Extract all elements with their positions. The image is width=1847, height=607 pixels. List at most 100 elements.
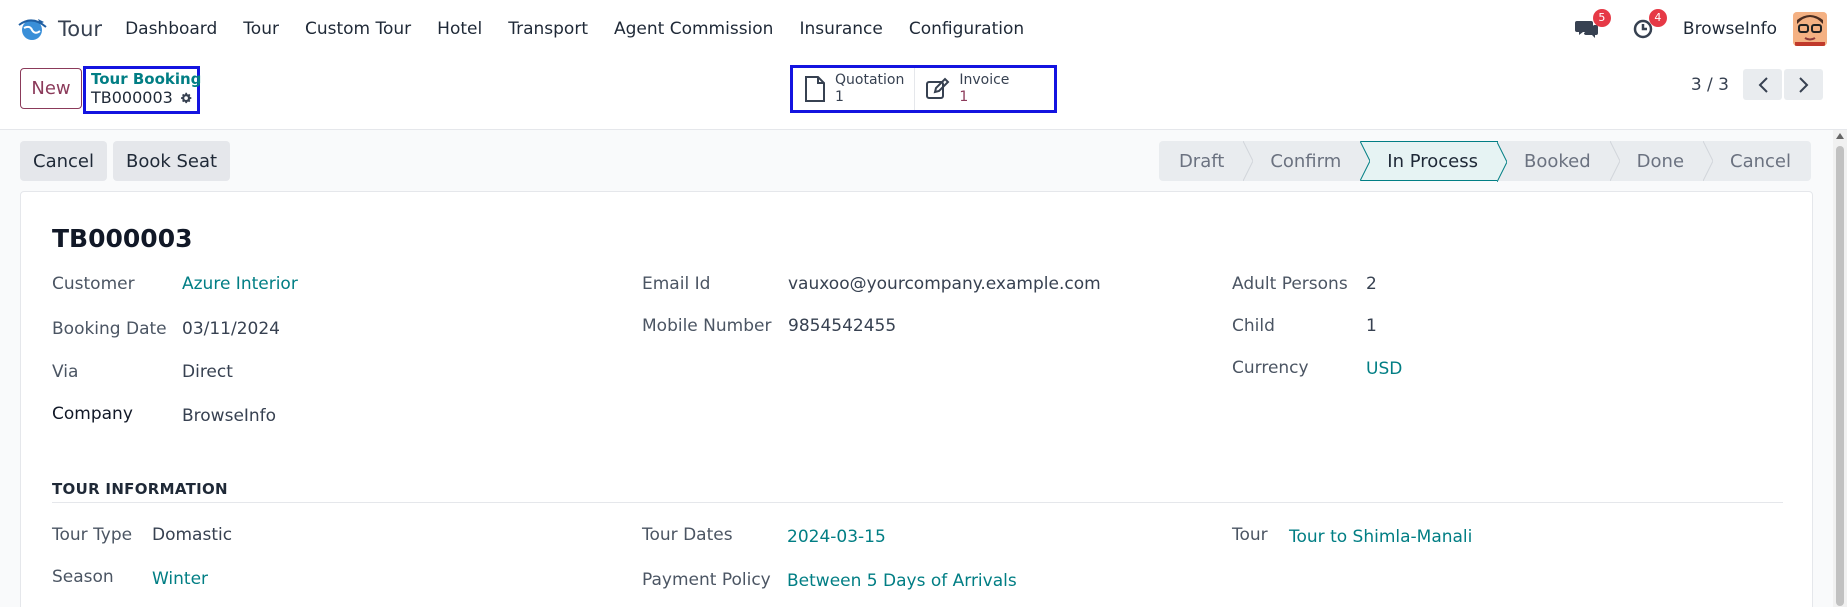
via-value[interactable]: Direct <box>182 362 233 382</box>
tour-label: Tour <box>1232 525 1268 545</box>
pager-previous-button[interactable] <box>1743 69 1782 100</box>
app-name: Tour <box>58 16 103 41</box>
stage-cancel[interactable]: Cancel <box>1704 141 1811 181</box>
stage-in-process[interactable]: In Process <box>1361 141 1507 182</box>
stage-separator <box>1609 141 1620 181</box>
adult-persons-field: Adult Persons 2 <box>1232 274 1377 294</box>
header-buttons: Cancel Book Seat <box>20 141 236 181</box>
invoice-label: Invoice <box>959 72 1010 88</box>
stage-separator <box>1703 141 1714 181</box>
payment-policy-field: Payment Policy Between 5 Days of Arrival… <box>642 570 1017 591</box>
menu-transport[interactable]: Transport <box>495 19 601 39</box>
booking-date-value[interactable]: 03/11/2024 <box>182 319 280 339</box>
tour-dates-field: Tour Dates 2024-03-15 <box>642 525 886 547</box>
via-label: Via <box>52 362 79 382</box>
vertical-scrollbar[interactable] <box>1833 130 1847 607</box>
email-field: Email Id vauxoo@yourcompany.example.com <box>642 274 1101 294</box>
menu-agent-commission[interactable]: Agent Commission <box>601 19 786 39</box>
stage-cancel-label: Cancel <box>1730 150 1791 172</box>
breadcrumb-parent[interactable]: Tour Booking <box>91 70 201 88</box>
stage-booked-label: Booked <box>1524 150 1591 172</box>
quotation-count: 1 <box>835 89 844 105</box>
new-button[interactable]: New <box>20 68 82 109</box>
form-sheet: TB000003 Customer Azure Interior Booking… <box>20 191 1813 607</box>
booking-date-label: Booking Date <box>52 319 167 339</box>
stage-confirm[interactable]: Confirm <box>1244 141 1371 181</box>
tour-dates-label: Tour Dates <box>642 525 733 545</box>
activities-badge: 4 <box>1648 8 1667 27</box>
scrollbar-thumb[interactable] <box>1836 146 1844 606</box>
menu-insurance[interactable]: Insurance <box>786 19 895 39</box>
invoice-smart-button[interactable]: Invoice 1 <box>914 68 1019 110</box>
quotation-label: Quotation <box>835 72 905 88</box>
activities-button[interactable]: 4 <box>1627 8 1667 45</box>
breadcrumb-current-label: TB000003 <box>91 88 173 107</box>
messages-badge: 5 <box>1592 8 1611 27</box>
adult-persons-value[interactable]: 2 <box>1366 274 1377 294</box>
menu-tour[interactable]: Tour <box>230 19 292 39</box>
edit-icon <box>926 77 950 99</box>
booking-date-field: Booking Date 03/11/2024 <box>52 319 280 339</box>
stage-in-process-label: In Process <box>1387 150 1478 172</box>
user-avatar[interactable] <box>1793 11 1827 46</box>
status-bar: Draft Confirm In Process Booked Done Can… <box>1158 141 1811 182</box>
cancel-button[interactable]: Cancel <box>20 141 107 181</box>
season-label: Season <box>52 567 114 587</box>
menu-configuration[interactable]: Configuration <box>896 19 1037 39</box>
pager-value[interactable]: 3 / 3 <box>1691 75 1729 95</box>
breadcrumb: Tour Booking TB000003 <box>83 66 201 114</box>
invoice-count: 1 <box>959 89 969 105</box>
chevron-right-icon <box>1798 76 1808 93</box>
pager: 3 / 3 <box>1691 69 1823 100</box>
top-navbar: Tour Dashboard Tour Custom Tour Hotel Tr… <box>0 0 1847 57</box>
tour-information-heading: TOUR INFORMATION <box>52 480 1783 503</box>
stage-draft[interactable]: Draft <box>1159 141 1254 181</box>
stage-done[interactable]: Done <box>1611 141 1714 181</box>
book-seat-button[interactable]: Book Seat <box>112 141 231 181</box>
stage-booked[interactable]: Booked <box>1498 141 1620 181</box>
control-panel: New Tour Booking TB000003 Quotation 1 In… <box>0 57 1847 130</box>
mobile-value[interactable]: 9854542455 <box>788 316 896 336</box>
currency-field: Currency USD <box>1232 358 1402 379</box>
app-brand[interactable]: Tour <box>16 13 102 45</box>
smart-buttons: Quotation 1 Invoice 1 <box>790 65 1057 113</box>
tour-field: Tour Tour to Shimla-Manali <box>1232 525 1472 547</box>
tour-value[interactable]: Tour to Shimla-Manali <box>1289 527 1472 547</box>
email-value[interactable]: vauxoo@yourcompany.example.com <box>788 274 1101 294</box>
chevron-left-icon <box>1758 76 1768 93</box>
child-label: Child <box>1232 316 1275 336</box>
breadcrumb-current: TB000003 <box>91 88 192 107</box>
menu-custom-tour[interactable]: Custom Tour <box>292 19 424 39</box>
globe-plane-icon <box>18 18 47 40</box>
season-value[interactable]: Winter <box>152 569 208 589</box>
stage-draft-label: Draft <box>1178 150 1225 172</box>
email-label: Email Id <box>642 274 711 294</box>
record-title: TB000003 <box>52 224 193 253</box>
child-field: Child 1 <box>1232 316 1377 336</box>
via-field: Via Direct <box>52 362 233 382</box>
pager-next-button[interactable] <box>1784 69 1823 100</box>
tour-type-field: Tour Type Domastic <box>52 525 232 545</box>
company-switcher[interactable]: BrowseInfo <box>1683 19 1777 39</box>
stage-separator <box>1497 142 1507 182</box>
company-value[interactable]: BrowseInfo <box>182 406 276 426</box>
currency-value[interactable]: USD <box>1366 359 1402 379</box>
gear-icon[interactable] <box>180 90 192 106</box>
customer-label: Customer <box>52 274 135 294</box>
payment-policy-value[interactable]: Between 5 Days of Arrivals <box>787 571 1017 591</box>
company-field: Company BrowseInfo <box>52 404 276 426</box>
avatar-image <box>1793 11 1827 46</box>
customer-value[interactable]: Azure Interior <box>182 274 298 294</box>
adult-persons-label: Adult Persons <box>1232 274 1348 294</box>
document-icon <box>805 76 825 102</box>
customer-field: Customer Azure Interior <box>52 274 298 294</box>
menu-hotel[interactable]: Hotel <box>424 19 495 39</box>
tour-type-label: Tour Type <box>52 525 133 545</box>
quotation-smart-button[interactable]: Quotation 1 <box>793 68 914 110</box>
messages-button[interactable]: 5 <box>1571 8 1611 45</box>
tour-dates-value[interactable]: 2024-03-15 <box>787 527 886 547</box>
child-value[interactable]: 1 <box>1366 316 1377 336</box>
menu-dashboard[interactable]: Dashboard <box>112 19 230 39</box>
scroll-up-arrow-icon[interactable] <box>1836 133 1844 139</box>
tour-type-value[interactable]: Domastic <box>152 525 232 545</box>
